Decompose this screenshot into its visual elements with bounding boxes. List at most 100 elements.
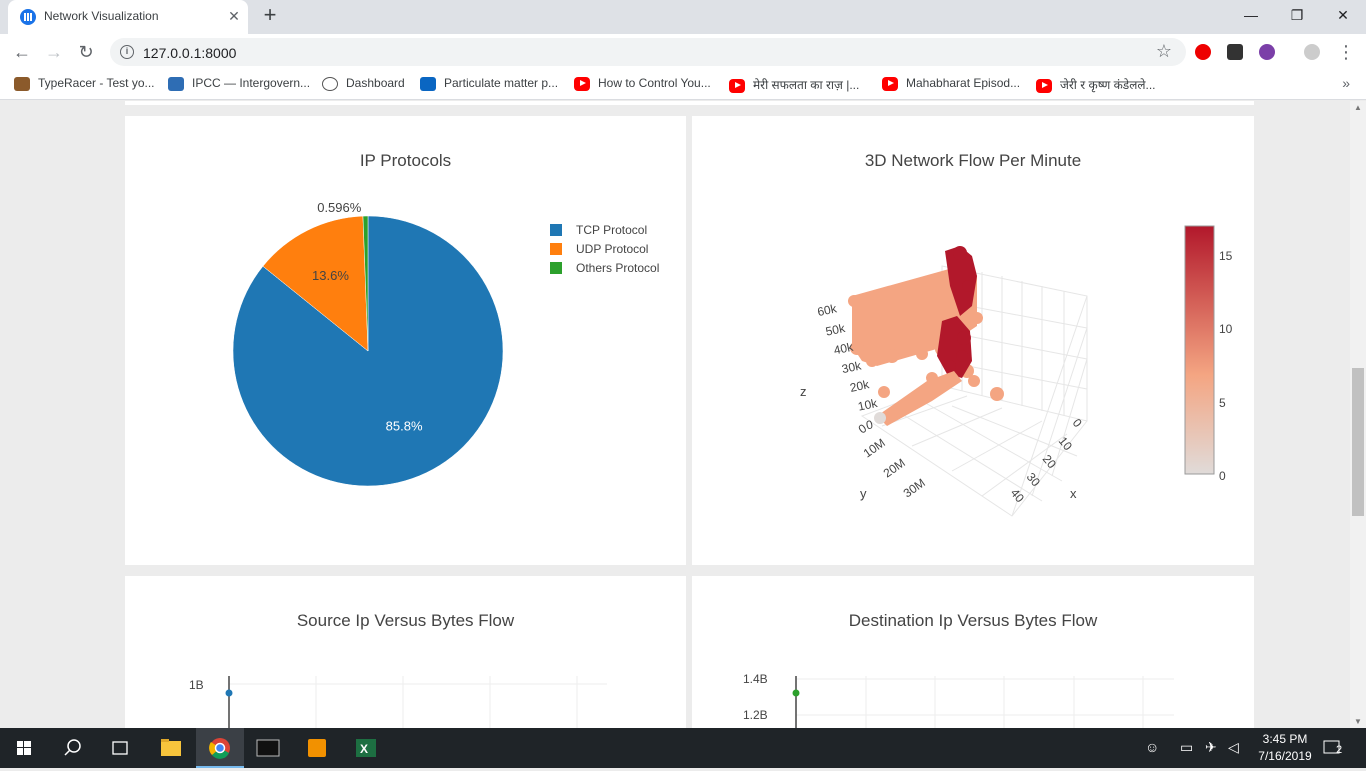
- airplane-mode-icon[interactable]: ✈: [1205, 739, 1217, 756]
- page-content: IP Protocols 85.8% 13.6% 0.596% TCP Protoc…: [0, 101, 1350, 728]
- notification-count: 2: [1336, 744, 1343, 756]
- browser-tab[interactable]: Network Visualization ✕: [8, 0, 248, 34]
- legend-item-udp[interactable]: UDP Protocol: [550, 242, 648, 256]
- extension-icon[interactable]: [1259, 44, 1275, 60]
- opera-extension-icon[interactable]: [1195, 44, 1211, 60]
- ip-protocols-card: IP Protocols 85.8% 13.6% 0.596% TCP Protoc…: [125, 116, 686, 565]
- new-tab-button[interactable]: +: [258, 4, 282, 28]
- destination-ip-chart[interactable]: 1.4B 1.2B: [692, 576, 1254, 728]
- network-flow-3d-scatter[interactable]: 60k 50k 40k 30k 20k 10k 0 z 0 10M 20M 30…: [692, 116, 1254, 565]
- source-ip-card: Source Ip Versus Bytes Flow 1B: [125, 576, 686, 728]
- clock-time: 3:45 PM: [1262, 732, 1308, 746]
- bookmark-particulate-matter[interactable]: Particulate matter p...: [420, 76, 558, 94]
- legend-item-tcp[interactable]: TCP Protocol: [550, 223, 647, 237]
- url-text[interactable]: 127.0.0.1:8000: [143, 45, 236, 61]
- z-tick: 20k: [849, 377, 872, 395]
- back-arrow-icon[interactable]: ←: [8, 38, 36, 66]
- excel-icon[interactable]: X: [342, 728, 390, 768]
- terminal-icon[interactable]: [244, 728, 292, 768]
- chrome-taskbar-icon[interactable]: [196, 728, 244, 768]
- destination-ip-point[interactable]: [792, 689, 800, 697]
- z-axis-label: z: [800, 384, 807, 399]
- x-tick: 40: [1008, 486, 1028, 505]
- clock-date: 7/16/2019: [1258, 749, 1312, 763]
- extension-badge-icon[interactable]: [1227, 44, 1243, 60]
- people-icon[interactable]: ☺: [1145, 739, 1159, 755]
- tab-title: Network Visualization: [44, 9, 159, 23]
- colorbar-tick: 5: [1219, 396, 1226, 410]
- colorbar-tick: 15: [1219, 249, 1233, 263]
- system-clock[interactable]: 3:45 PM 7/16/2019: [1248, 731, 1322, 765]
- bookmark-ipcc[interactable]: IPCC — Intergovern...: [168, 76, 310, 94]
- browser-toolbar: ← → ↻ i 127.0.0.1:8000 ☆ ⋮: [0, 34, 1366, 70]
- action-center-icon[interactable]: 2: [1322, 738, 1344, 758]
- bookmark-label: मेरी सफलता का राज़ |...: [753, 78, 860, 92]
- legend-swatch: [550, 262, 562, 274]
- bookmark-star-icon[interactable]: ☆: [1156, 41, 1172, 62]
- file-explorer-icon[interactable]: [147, 728, 195, 768]
- youtube-icon: [729, 78, 745, 93]
- bookmark-dashboard[interactable]: Dashboard: [322, 76, 405, 94]
- task-view-icon[interactable]: [96, 728, 144, 768]
- y-tick: 30M: [901, 476, 928, 501]
- bookmark-mahabharat[interactable]: Mahabharat Episod...: [882, 76, 1020, 94]
- more-bookmarks-chevron-icon[interactable]: »: [1342, 75, 1350, 91]
- battery-icon[interactable]: ▭: [1180, 739, 1193, 756]
- sublime-text-icon[interactable]: [293, 728, 341, 768]
- source-ip-chart[interactable]: 1B: [125, 576, 686, 728]
- bookmark-meri-safalta[interactable]: मेरी सफलता का राज़ |...: [729, 76, 859, 94]
- bookmark-label: Particulate matter p...: [444, 76, 559, 90]
- colorbar-tick: 10: [1219, 322, 1233, 336]
- pie-value-label: 13.6%: [312, 268, 349, 283]
- destination-ip-card: Destination Ip Versus Bytes Flow 1.4B 1.…: [692, 576, 1254, 728]
- bookmark-jeri-krishna[interactable]: जेरी र कृष्ण कंडेलले...: [1036, 76, 1156, 94]
- legend-swatch: [550, 243, 562, 255]
- scroll-up-arrow-icon[interactable]: ▲: [1354, 103, 1362, 112]
- legend-swatch: [550, 224, 562, 236]
- minimize-icon[interactable]: —: [1228, 0, 1274, 30]
- legend-label: Others Protocol: [576, 261, 660, 275]
- volume-icon[interactable]: ◁: [1228, 739, 1239, 756]
- bookmark-label: IPCC — Intergovern...: [192, 76, 311, 90]
- scroll-down-arrow-icon[interactable]: ▼: [1354, 717, 1362, 726]
- bookmark-typeracer[interactable]: TypeRacer - Test yo...: [14, 76, 155, 94]
- colorbar: [1184, 225, 1215, 475]
- linkedin-icon: [420, 76, 436, 91]
- y-tick: 20M: [881, 456, 908, 481]
- search-icon[interactable]: [48, 728, 96, 768]
- legend-label: UDP Protocol: [576, 242, 649, 256]
- z-tick: 50k: [824, 321, 847, 339]
- z-tick: 60k: [816, 301, 839, 319]
- bookmark-label: Mahabharat Episod...: [906, 76, 1021, 90]
- address-bar[interactable]: i 127.0.0.1:8000 ☆: [110, 38, 1186, 66]
- bookmark-label: How to Control You...: [598, 76, 711, 90]
- bookmark-how-to-control[interactable]: How to Control You...: [574, 76, 711, 94]
- source-ip-point[interactable]: [225, 689, 233, 697]
- legend-item-others[interactable]: Others Protocol: [550, 261, 659, 275]
- windows-start-icon[interactable]: [0, 728, 48, 768]
- dashboard-icon: [322, 76, 338, 91]
- y-axis-label: y: [860, 486, 867, 501]
- plotly-favicon-icon: [20, 9, 36, 25]
- profile-avatar-icon[interactable]: [1304, 44, 1320, 60]
- reload-icon[interactable]: ↻: [72, 38, 100, 66]
- scroll-thumb[interactable]: [1352, 368, 1364, 516]
- close-window-icon[interactable]: ✕: [1320, 0, 1366, 30]
- network-flow-3d-card: 3D Network Flow Per Minute 60k 50k 40k 3…: [692, 116, 1254, 565]
- x-tick: 0: [1070, 416, 1085, 430]
- x-tick: 10: [1056, 434, 1076, 453]
- windows-taskbar: X ☺ ▭ ✈ ◁ 3:45 PM 7/16/2019 2: [0, 728, 1366, 768]
- page-scrollbar[interactable]: ▲ ▼: [1350, 101, 1366, 728]
- restore-icon[interactable]: ❐: [1274, 0, 1320, 30]
- site-info-icon[interactable]: i: [120, 45, 134, 59]
- menu-kebab-icon[interactable]: ⋮: [1332, 38, 1360, 66]
- x-axis-label: x: [1070, 486, 1077, 501]
- typeracer-icon: [14, 76, 30, 91]
- previous-card-edge: [125, 101, 1254, 105]
- tab-close-icon[interactable]: ✕: [224, 6, 244, 26]
- colorbar-tick: 0: [1219, 469, 1226, 483]
- x-tick: 20: [1040, 452, 1060, 471]
- pie-legend: TCP Protocol UDP Protocol Others Protoco…: [550, 223, 690, 283]
- bookmark-label: Dashboard: [346, 76, 405, 90]
- forward-arrow-icon[interactable]: →: [40, 38, 68, 66]
